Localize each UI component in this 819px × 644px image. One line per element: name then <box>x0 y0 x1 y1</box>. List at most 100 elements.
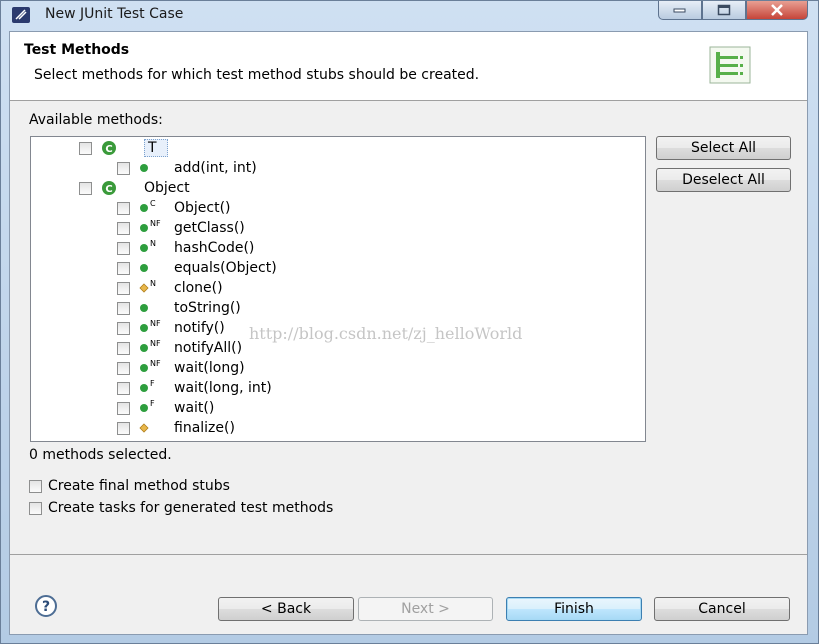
method-checkbox[interactable] <box>117 201 130 215</box>
public-method-icon <box>140 244 148 252</box>
tree-node-label: equals(Object) <box>174 260 277 276</box>
tree-method-node[interactable]: NF notify() <box>117 318 225 338</box>
public-method-icon <box>140 304 148 312</box>
tree-method-node[interactable]: NF notifyAll() <box>117 338 242 358</box>
next-button[interactable]: Next > <box>358 597 493 621</box>
protected-method-icon <box>139 423 149 433</box>
tree-method-node[interactable]: finalize() <box>117 418 235 438</box>
public-method-icon <box>140 324 148 332</box>
method-checkbox[interactable] <box>117 341 130 355</box>
option-final-stubs[interactable]: Create final method stubs <box>29 478 230 494</box>
modifier-overlay-icon: NF <box>150 359 161 368</box>
option-create-tasks[interactable]: Create tasks for generated test methods <box>29 500 333 516</box>
window-title: New JUnit Test Case <box>45 6 184 22</box>
junit-wizard-banner-icon <box>709 46 751 84</box>
cancel-button[interactable]: Cancel <box>654 597 790 621</box>
method-checkbox[interactable] <box>117 321 130 335</box>
public-method-icon <box>140 264 148 272</box>
method-checkbox[interactable] <box>117 381 130 395</box>
tree-node-label: T <box>144 139 168 157</box>
public-method-icon <box>140 204 148 212</box>
methods-tree[interactable]: C Tadd(int, int) C Object C Object() NF getClas… <box>30 136 646 442</box>
close-button[interactable] <box>746 1 808 20</box>
public-method-icon <box>140 404 148 412</box>
deselect-all-button[interactable]: Deselect All <box>656 168 791 192</box>
help-icon[interactable]: ? <box>32 594 60 618</box>
tree-node-label: notifyAll() <box>174 340 243 356</box>
maximize-button[interactable] <box>702 1 746 20</box>
modifier-overlay-icon: NF <box>150 319 161 328</box>
tree-node-label: Object() <box>174 200 231 216</box>
close-icon <box>771 4 783 16</box>
selection-status: 0 methods selected. <box>29 447 172 463</box>
wizard-header: Test Methods Select methods for which te… <box>10 32 807 101</box>
tree-node-label: hashCode() <box>174 240 255 256</box>
select-all-button[interactable]: Select All <box>656 136 791 160</box>
public-method-icon <box>140 364 148 372</box>
tree-node-label: add(int, int) <box>174 160 257 176</box>
public-method-icon <box>140 224 148 232</box>
modifier-overlay-icon: F <box>150 379 155 388</box>
modifier-overlay-icon: NF <box>150 219 161 228</box>
tree-class-node[interactable]: CT <box>79 138 168 158</box>
svg-text:?: ? <box>42 599 50 615</box>
tree-node-label: Object <box>144 180 190 196</box>
method-checkbox[interactable] <box>117 241 130 255</box>
tree-node-label: notify() <box>174 320 225 336</box>
tree-method-node[interactable]: add(int, int) <box>117 158 257 178</box>
method-checkbox[interactable] <box>79 141 92 155</box>
tree-method-node[interactable]: Fwait(long, int) <box>117 378 272 398</box>
public-method-icon <box>140 344 148 352</box>
eclipse-app-icon <box>12 7 30 23</box>
tree-method-node[interactable]: NF getClass() <box>117 218 245 238</box>
method-checkbox[interactable] <box>117 361 130 375</box>
tree-node-label: wait(long) <box>174 360 245 376</box>
protected-method-icon <box>139 283 149 293</box>
method-checkbox[interactable] <box>117 401 130 415</box>
tree-node-label: finalize() <box>174 420 235 436</box>
tree-node-label: wait(long, int) <box>174 380 272 396</box>
minimize-icon <box>673 8 686 13</box>
tree-method-node[interactable]: toString() <box>117 298 241 318</box>
method-checkbox[interactable] <box>117 281 130 295</box>
modifier-overlay-icon: N <box>150 279 156 288</box>
title-bar[interactable]: New JUnit Test Case <box>1 1 818 29</box>
modifier-overlay-icon: F <box>150 399 155 408</box>
method-checkbox[interactable] <box>117 261 130 275</box>
create-tasks-checkbox[interactable] <box>29 501 42 515</box>
public-method-icon <box>140 384 148 392</box>
available-methods-label: Available methods: <box>29 112 163 128</box>
back-button[interactable]: < Back <box>218 597 354 621</box>
page-title: Test Methods <box>24 42 130 58</box>
tree-method-node[interactable]: Nclone() <box>117 278 223 298</box>
class-icon: C <box>102 141 116 155</box>
finish-button[interactable]: Finish <box>506 597 642 621</box>
modifier-overlay-icon: NF <box>150 339 161 348</box>
method-checkbox[interactable] <box>117 301 130 315</box>
create-tasks-label: Create tasks for generated test methods <box>48 500 334 516</box>
dialog-content: Test Methods Select methods for which te… <box>9 31 808 635</box>
dialog-window: New JUnit Test Case Test Methods Select … <box>0 0 819 644</box>
method-checkbox[interactable] <box>117 221 130 235</box>
minimize-button[interactable] <box>658 1 702 20</box>
svg-text:C: C <box>105 144 112 155</box>
class-icon: C <box>102 181 116 195</box>
method-checkbox[interactable] <box>79 181 92 195</box>
svg-text:C: C <box>105 184 112 195</box>
method-checkbox[interactable] <box>117 161 130 175</box>
tree-class-node[interactable]: C Object <box>79 178 190 198</box>
method-checkbox[interactable] <box>117 421 130 435</box>
footer-divider <box>10 554 807 555</box>
tree-method-node[interactable]: Fwait() <box>117 398 214 418</box>
modifier-overlay-icon: C <box>150 199 156 208</box>
tree-node-label: toString() <box>174 300 241 316</box>
public-method-icon <box>140 164 148 172</box>
tree-node-label: getClass() <box>174 220 245 236</box>
tree-method-node[interactable]: C Object() <box>117 198 231 218</box>
tree-method-node[interactable]: equals(Object) <box>117 258 277 278</box>
tree-method-node[interactable]: NhashCode() <box>117 238 254 258</box>
tree-node-label: clone() <box>174 280 223 296</box>
final-stubs-checkbox[interactable] <box>29 479 42 493</box>
modifier-overlay-icon: N <box>150 239 156 248</box>
tree-method-node[interactable]: NF wait(long) <box>117 358 245 378</box>
